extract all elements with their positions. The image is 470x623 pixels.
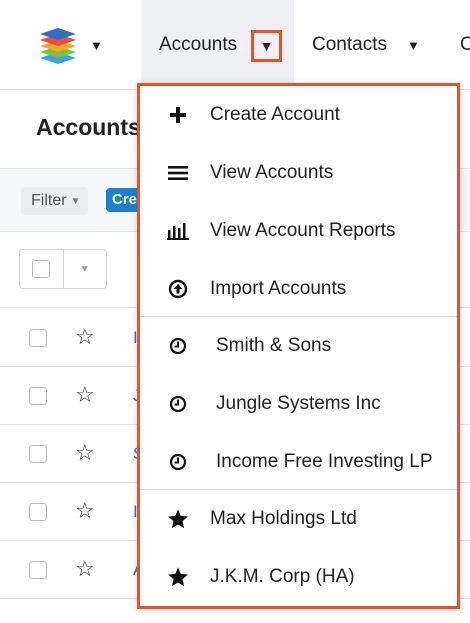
row-checkbox[interactable] xyxy=(29,561,47,579)
menu-item-label: Jungle Systems Inc xyxy=(216,393,381,414)
filter-caret-down-icon: ▼ xyxy=(70,195,81,207)
favorite-star-icon[interactable]: ☆ xyxy=(75,556,95,582)
clock-icon xyxy=(166,450,190,474)
upload-circle-icon xyxy=(166,277,190,301)
app-logo-icon[interactable] xyxy=(38,26,78,66)
row-checkbox[interactable] xyxy=(29,329,47,347)
clock-icon xyxy=(166,334,190,358)
menu-item-label: Create Account xyxy=(210,104,340,125)
page-title: Accounts xyxy=(36,114,141,140)
menu-item-recent-jungle-systems[interactable]: Jungle Systems Inc xyxy=(140,375,457,433)
menu-item-create-account[interactable]: Create Account xyxy=(140,86,457,144)
caret-down-icon: ▼ xyxy=(259,38,274,54)
favorite-star-icon[interactable]: ☆ xyxy=(75,324,95,350)
favorite-star-icon[interactable]: ☆ xyxy=(75,498,95,524)
star-filled-icon xyxy=(166,507,190,531)
filter-dropdown-button[interactable]: Filter ▼ xyxy=(21,187,89,215)
menu-item-label: Income Free Investing LP xyxy=(216,451,433,472)
accounts-menu-caret-button[interactable]: ▼ xyxy=(251,30,282,62)
menu-item-label: Smith & Sons xyxy=(216,335,332,356)
menu-item-favorite-max-holdings[interactable]: Max Holdings Ltd xyxy=(140,490,457,548)
filter-label: Filter xyxy=(31,192,67,209)
accounts-dropdown-menu: Create Account View Accounts View Accoun… xyxy=(137,83,460,609)
menu-item-recent-smith-sons[interactable]: Smith & Sons xyxy=(140,317,457,375)
menu-item-label: Max Holdings Ltd xyxy=(210,508,357,529)
contacts-caret-down-icon[interactable]: ▼ xyxy=(407,38,420,53)
favorite-star-icon[interactable]: ☆ xyxy=(75,440,95,466)
favorite-star-icon[interactable]: ☆ xyxy=(75,382,95,408)
menu-item-recent-income-free-investing[interactable]: Income Free Investing LP xyxy=(140,433,457,491)
star-filled-icon xyxy=(166,565,190,589)
nav-tab-contacts[interactable]: Contacts xyxy=(312,34,387,56)
menu-item-favorite-jkm-corp[interactable]: J.K.M. Corp (HA) xyxy=(140,548,457,606)
mass-action-caret-icon[interactable]: ▼ xyxy=(64,250,107,288)
top-navigation-bar: ▼ Accounts ▼ Contacts ▼ C xyxy=(0,0,470,90)
nav-accounts-label: Accounts xyxy=(159,34,238,55)
menu-item-import-accounts[interactable]: Import Accounts xyxy=(140,260,457,318)
row-checkbox[interactable] xyxy=(29,445,47,463)
bar-chart-icon xyxy=(166,219,190,243)
list-icon xyxy=(166,161,190,185)
menu-item-label: Import Accounts xyxy=(210,278,347,299)
select-all-checkbox[interactable] xyxy=(32,260,51,278)
menu-item-label: J.K.M. Corp (HA) xyxy=(210,566,355,587)
menu-item-view-accounts[interactable]: View Accounts xyxy=(140,144,457,202)
logo-caret-down-icon[interactable]: ▼ xyxy=(90,38,103,53)
mass-select-control[interactable]: ▼ xyxy=(19,249,107,289)
menu-item-view-account-reports[interactable]: View Account Reports xyxy=(140,202,457,260)
row-checkbox[interactable] xyxy=(29,387,47,405)
plus-icon xyxy=(166,103,190,127)
menu-item-label: View Accounts xyxy=(210,162,334,183)
select-all-cell xyxy=(20,250,64,288)
row-checkbox[interactable] xyxy=(29,503,47,521)
nav-tab-next-truncated[interactable]: C xyxy=(460,34,470,56)
clock-icon xyxy=(166,392,190,416)
menu-item-label: View Account Reports xyxy=(210,220,396,241)
